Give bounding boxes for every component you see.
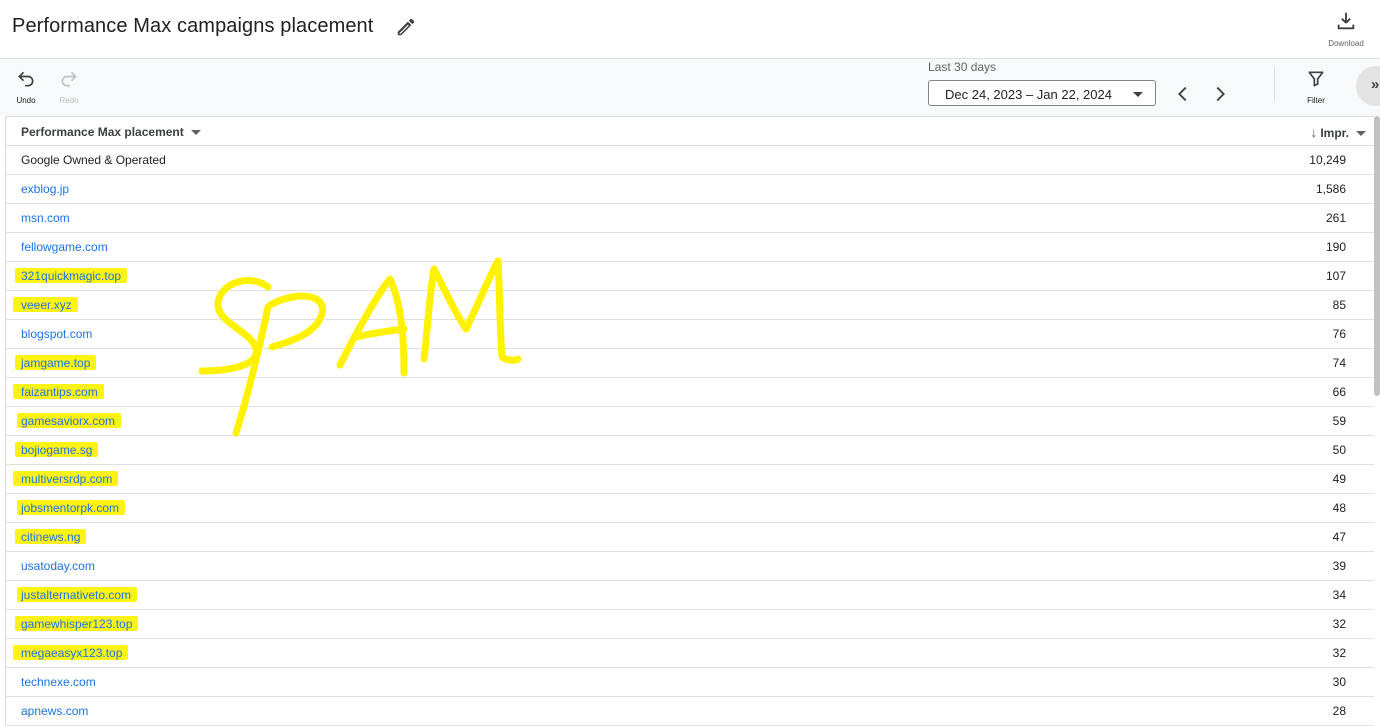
redo-button[interactable]: Redo (49, 69, 89, 105)
placement-name[interactable]: usatoday.com (21, 559, 95, 573)
impressions-value: 32 (1332, 646, 1346, 660)
impressions-value: 47 (1332, 530, 1346, 544)
download-label: Download (1328, 39, 1364, 48)
impressions-value: 49 (1332, 472, 1346, 486)
impressions-value: 28 (1332, 704, 1346, 718)
column-header-impressions[interactable]: ↓ Impr. (1310, 124, 1366, 140)
table-row: justalternativeto.com 34 (6, 581, 1374, 610)
placement-name[interactable]: multiversrdp.com (21, 472, 112, 486)
impressions-value: 66 (1332, 385, 1346, 399)
date-range-value: Dec 24, 2023 – Jan 22, 2024 (945, 87, 1112, 102)
table-row: multiversrdp.com 49 (6, 465, 1374, 494)
filter-label: Filter (1307, 96, 1325, 105)
table-header: Performance Max placement ↓ Impr. (6, 117, 1374, 146)
placement-name: Google Owned & Operated (21, 153, 166, 167)
placement-name[interactable]: 321quickmagic.top (21, 269, 121, 283)
undo-label: Undo (16, 96, 36, 105)
impressions-value: 190 (1325, 240, 1346, 254)
double-chevron-right-icon: » (1371, 76, 1380, 93)
table-row: fellowgame.com 190 (6, 233, 1374, 262)
undo-button[interactable]: Undo (6, 69, 46, 105)
arrow-down-icon: ↓ (1310, 124, 1318, 140)
table-row: apnews.com 28 (6, 697, 1374, 726)
table-row: msn.com 261 (6, 204, 1374, 233)
impressions-value: 1,586 (1315, 182, 1346, 196)
filter-button[interactable]: Filter (1296, 69, 1336, 105)
table-row: technexe.com 30 (6, 668, 1374, 697)
table-row: faizantips.com 66 (6, 378, 1374, 407)
impressions-value: 34 (1332, 588, 1346, 602)
filter-icon (1308, 71, 1324, 87)
redo-label: Redo (59, 96, 79, 105)
chevron-down-icon (1356, 131, 1366, 137)
table-row: bojiogame.sg 50 (6, 436, 1374, 465)
table-row: exblog.jp 1,586 (6, 175, 1374, 204)
table-row: blogspot.com 76 (6, 320, 1374, 349)
impressions-value: 39 (1332, 559, 1346, 573)
placement-name[interactable]: jobsmentorpk.com (21, 501, 119, 515)
placement-name[interactable]: gamesaviorx.com (21, 414, 115, 428)
impressions-value: 59 (1332, 414, 1346, 428)
table-row: gamewhisper123.top 32 (6, 610, 1374, 639)
pencil-icon[interactable] (395, 16, 417, 38)
page-title: Performance Max campaigns placement (12, 15, 374, 37)
impressions-value: 85 (1332, 298, 1346, 312)
toolbar: Undo Redo Last 30 days Dec 24, 2023 – Ja… (0, 59, 1380, 116)
placement-name[interactable]: faizantips.com (21, 385, 98, 399)
impressions-value: 10,249 (1309, 153, 1346, 167)
date-range-select[interactable]: Dec 24, 2023 – Jan 22, 2024 (928, 80, 1156, 106)
placement-table: Performance Max placement ↓ Impr. Google … (5, 116, 1374, 726)
placement-name[interactable]: citinews.ng (21, 530, 80, 544)
impressions-value: 50 (1332, 443, 1346, 457)
redo-icon (61, 71, 77, 87)
placement-name[interactable]: msn.com (21, 211, 70, 225)
placement-name[interactable]: exblog.jp (21, 182, 69, 196)
placement-name[interactable]: veeer.xyz (21, 298, 72, 312)
placement-name[interactable]: apnews.com (21, 704, 88, 718)
table-row: Google Owned & Operated 10,249 (6, 146, 1374, 175)
placement-name[interactable]: gamewhisper123.top (21, 617, 132, 631)
table-row: usatoday.com 39 (6, 552, 1374, 581)
chevron-right-icon[interactable] (1209, 83, 1231, 105)
impressions-value: 107 (1325, 269, 1346, 283)
column-header-impressions-label: Impr. (1320, 126, 1349, 140)
column-header-placement[interactable]: Performance Max placement (21, 125, 201, 139)
chevron-down-icon (190, 130, 201, 136)
impressions-value: 76 (1332, 327, 1346, 341)
scrollbar[interactable] (1374, 116, 1380, 396)
download-button[interactable]: Download (1322, 10, 1370, 48)
table-body: Google Owned & Operated 10,249 exblog.jp 1,… (6, 146, 1374, 726)
collapse-panel-button[interactable]: » (1356, 66, 1380, 106)
impressions-value: 48 (1332, 501, 1346, 515)
placement-name[interactable]: jamgame.top (21, 356, 90, 370)
toolbar-divider (1274, 67, 1275, 101)
date-range-caption: Last 30 days (928, 60, 997, 74)
impressions-value: 30 (1332, 675, 1346, 689)
undo-icon (18, 71, 34, 87)
table-row: 321quickmagic.top 107 (6, 262, 1374, 291)
download-icon (1337, 12, 1355, 30)
table-row: jobsmentorpk.com 48 (6, 494, 1374, 523)
chevron-down-icon (1133, 92, 1143, 97)
table-row: gamesaviorx.com 59 (6, 407, 1374, 436)
impressions-value: 261 (1325, 211, 1346, 225)
placement-name[interactable]: megaeasyx123.top (21, 646, 122, 660)
table-row: veeer.xyz 85 (6, 291, 1374, 320)
column-header-placement-label: Performance Max placement (21, 125, 184, 139)
placement-name[interactable]: fellowgame.com (21, 240, 108, 254)
placement-name[interactable]: bojiogame.sg (21, 443, 92, 457)
impressions-value: 74 (1332, 356, 1346, 370)
table-row: megaeasyx123.top 32 (6, 639, 1374, 668)
placement-name[interactable]: blogspot.com (21, 327, 92, 341)
placement-name[interactable]: justalternativeto.com (21, 588, 131, 602)
title-bar: Performance Max campaigns placement Down… (0, 0, 1380, 59)
impressions-value: 32 (1332, 617, 1346, 631)
placement-name[interactable]: technexe.com (21, 675, 96, 689)
table-row: citinews.ng 47 (6, 523, 1374, 552)
chevron-left-icon[interactable] (1172, 83, 1194, 105)
table-row: jamgame.top 74 (6, 349, 1374, 378)
